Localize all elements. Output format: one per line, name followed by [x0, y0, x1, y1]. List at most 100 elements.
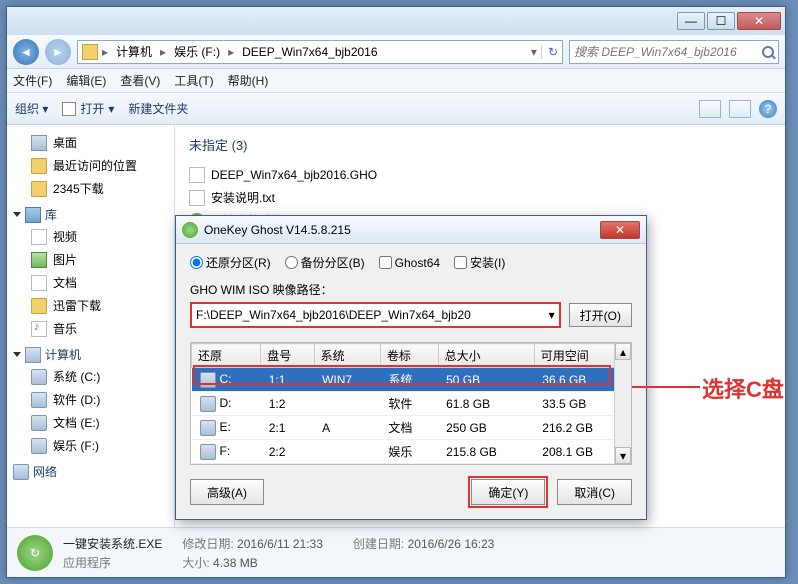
- dialog-close-button[interactable]: ✕: [600, 221, 640, 239]
- check-install[interactable]: 安装(I): [454, 254, 505, 271]
- partition-row[interactable]: C: 1:1WIN7系统50 GB36.6 GB: [192, 368, 631, 392]
- sidebar-drive-item[interactable]: 娱乐 (F:): [11, 434, 170, 457]
- open-button[interactable]: 打开▾: [62, 100, 114, 117]
- menu-bar: 文件(F) 编辑(E) 查看(V) 工具(T) 帮助(H): [7, 69, 785, 93]
- column-header[interactable]: 总大小: [438, 344, 534, 368]
- partition-row[interactable]: F: 2:2娱乐215.8 GB208.1 GB: [192, 440, 631, 464]
- sidebar-item[interactable]: 文档: [11, 271, 170, 294]
- sidebar-group-network[interactable]: 网络: [11, 457, 170, 482]
- nav-bar: ◄ ► ▸ 计算机 ▸ 娱乐 (F:) ▸ DEEP_Win7x64_bjb20…: [7, 35, 785, 69]
- menu-tools[interactable]: 工具(T): [174, 72, 213, 89]
- radio-restore[interactable]: 还原分区(R): [190, 254, 271, 271]
- sidebar-item[interactable]: 最近访问的位置: [11, 154, 170, 177]
- cancel-button[interactable]: 取消(C): [557, 479, 632, 505]
- chevron-down-icon[interactable]: ▾: [549, 308, 555, 322]
- advanced-button[interactable]: 高级(A): [190, 479, 264, 505]
- forward-button[interactable]: ►: [45, 39, 71, 65]
- breadcrumb-segment[interactable]: 娱乐 (F:): [170, 43, 224, 60]
- close-button[interactable]: ✕: [737, 12, 781, 30]
- column-header[interactable]: 卷标: [380, 344, 438, 368]
- scrollbar[interactable]: ▴ ▾: [614, 343, 631, 464]
- menu-edit[interactable]: 编辑(E): [66, 72, 106, 89]
- exe-icon: ↻: [17, 535, 53, 571]
- status-type: 应用程序: [63, 554, 162, 571]
- path-label: GHO WIM ISO 映像路径：: [190, 281, 632, 298]
- file-item[interactable]: DEEP_Win7x64_bjb2016.GHO: [189, 164, 771, 186]
- image-path-combo[interactable]: F:\DEEP_Win7x64_bjb2016\DEEP_Win7x64_bjb…: [190, 302, 561, 328]
- column-header[interactable]: 还原: [192, 344, 261, 368]
- view-mode-button[interactable]: [699, 100, 721, 118]
- sidebar-item[interactable]: 2345下载: [11, 177, 170, 200]
- column-header[interactable]: 系统: [314, 344, 380, 368]
- sidebar: 桌面最近访问的位置 2345下载 库 视频图片文档迅雷下载音乐 计算机 系统 (C…: [7, 125, 175, 527]
- drive-icon: [31, 438, 47, 454]
- file-name: 安装说明.txt: [211, 189, 275, 206]
- breadcrumb-segment[interactable]: 计算机: [112, 43, 156, 60]
- sidebar-item-label: 软件 (D:): [53, 391, 100, 408]
- sidebar-item[interactable]: 桌面: [11, 131, 170, 154]
- partition-row[interactable]: E: 2:1A文档250 GB216.2 GB: [192, 416, 631, 440]
- drive-icon: [31, 369, 47, 385]
- file-item[interactable]: 安装说明.txt: [189, 186, 771, 209]
- sidebar-drive-item[interactable]: 系统 (C:): [11, 365, 170, 388]
- preview-pane-button[interactable]: [729, 100, 751, 118]
- ico-doc-icon: [31, 275, 47, 291]
- sidebar-item-label: 文档: [53, 274, 77, 291]
- scroll-up-icon[interactable]: ▴: [615, 343, 631, 360]
- search-input[interactable]: [574, 45, 758, 59]
- sidebar-item[interactable]: 迅雷下载: [11, 294, 170, 317]
- organize-button[interactable]: 组织 ▾: [15, 100, 48, 117]
- sidebar-item[interactable]: 图片: [11, 248, 170, 271]
- toolbar: 组织 ▾ 打开▾ 新建文件夹 ?: [7, 93, 785, 125]
- sidebar-drive-item[interactable]: 文档 (E:): [11, 411, 170, 434]
- ico-pic-icon: [31, 252, 47, 268]
- search-box[interactable]: [569, 40, 779, 64]
- partition-table: 还原盘号系统卷标总大小可用空间 C: 1:1WIN7系统50 GB36.6 GB…: [190, 342, 632, 465]
- file-icon: [189, 190, 205, 206]
- sidebar-group-library[interactable]: 库: [11, 200, 170, 225]
- address-bar[interactable]: ▸ 计算机 ▸ 娱乐 (F:) ▸ DEEP_Win7x64_bjb2016 ▾…: [77, 40, 563, 64]
- sidebar-item-label: 桌面: [53, 134, 77, 151]
- refresh-icon[interactable]: ↻: [541, 45, 558, 59]
- sidebar-item-label: 最近访问的位置: [53, 157, 137, 174]
- drive-icon: [200, 444, 216, 460]
- sidebar-item-label: 2345下载: [53, 180, 104, 197]
- column-header[interactable]: 盘号: [261, 344, 314, 368]
- sidebar-item[interactable]: 音乐: [11, 317, 170, 340]
- breadcrumb-segment[interactable]: DEEP_Win7x64_bjb2016: [238, 45, 381, 59]
- sidebar-item[interactable]: 视频: [11, 225, 170, 248]
- sidebar-item-label: 娱乐 (F:): [53, 437, 99, 454]
- onekey-ghost-dialog: OneKey Ghost V14.5.8.215 ✕ 还原分区(R) 备份分区(…: [175, 215, 647, 520]
- network-icon: [13, 464, 29, 480]
- open-icon: [62, 102, 76, 116]
- help-icon[interactable]: ?: [759, 100, 777, 118]
- scroll-down-icon[interactable]: ▾: [615, 447, 631, 464]
- drive-icon: [31, 392, 47, 408]
- status-filename: 一键安装系统.EXE: [63, 535, 162, 552]
- dialog-title: OneKey Ghost V14.5.8.215: [204, 223, 351, 237]
- drive-icon: [31, 415, 47, 431]
- sidebar-drive-item[interactable]: 软件 (D:): [11, 388, 170, 411]
- sidebar-group-computer[interactable]: 计算机: [11, 340, 170, 365]
- status-bar: ↻ 一键安装系统.EXE 应用程序 修改日期: 2016/6/11 21:33创…: [7, 527, 785, 577]
- menu-file[interactable]: 文件(F): [13, 72, 52, 89]
- ico-folder-icon: [31, 158, 47, 174]
- minimize-button[interactable]: —: [677, 12, 705, 30]
- check-ghost64[interactable]: Ghost64: [379, 256, 440, 270]
- ico-folder-icon: [31, 181, 47, 197]
- annotation-label: 选择C盘: [702, 372, 784, 404]
- partition-row[interactable]: D: 1:2软件61.8 GB33.5 GB: [192, 392, 631, 416]
- sidebar-item-label: 迅雷下载: [53, 297, 101, 314]
- new-folder-button[interactable]: 新建文件夹: [128, 100, 188, 117]
- radio-backup[interactable]: 备份分区(B): [285, 254, 365, 271]
- search-icon[interactable]: [762, 46, 774, 58]
- back-button[interactable]: ◄: [13, 39, 39, 65]
- open-image-button[interactable]: 打开(O): [569, 303, 632, 327]
- maximize-button[interactable]: ☐: [707, 12, 735, 30]
- titlebar: — ☐ ✕: [7, 7, 785, 35]
- menu-view[interactable]: 查看(V): [120, 72, 160, 89]
- ok-button[interactable]: 确定(Y): [471, 479, 545, 505]
- menu-help[interactable]: 帮助(H): [228, 72, 269, 89]
- library-icon: [25, 207, 41, 223]
- sidebar-item-label: 系统 (C:): [53, 368, 100, 385]
